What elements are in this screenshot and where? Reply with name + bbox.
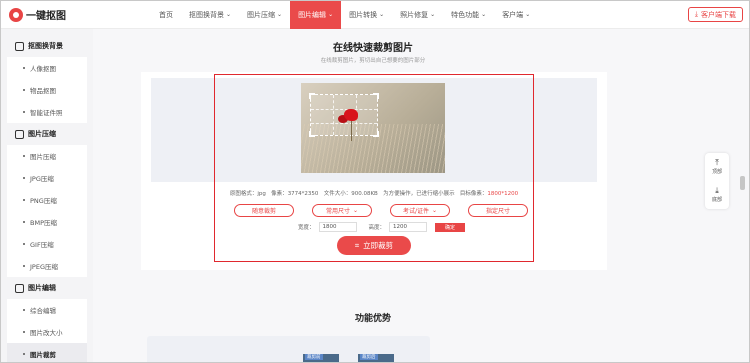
floating-toolbar: ⤒ 顶部 ⤓ 底部 [705,153,729,209]
arrow-down-icon: ⤓ [715,186,719,195]
nav-label: 特色功能 [451,11,480,19]
bullet-icon [23,265,25,267]
sidebar-group-edit[interactable]: 图片编辑 [7,277,87,299]
nav-label: 抠图换背景 [189,11,224,19]
sidebar-item-label: BMP压缩 [30,219,57,227]
sidebar-item-id-photo[interactable]: 智能证件照 [7,101,87,123]
sidebar-item-jpeg-compress[interactable]: JPEG压缩 [7,255,87,277]
sidebar-group-cutout[interactable]: 抠图换背景 [7,35,87,57]
chevron-down-icon: ⌄ [481,11,487,18]
bullet-icon [23,199,25,201]
bullet-icon [23,155,25,157]
sidebar-item-label: 图片改大小 [30,329,63,337]
sidebar-item-gif-compress[interactable]: GIF压缩 [7,233,87,255]
bullet-icon [23,67,25,69]
edit-icon [15,283,24,293]
sidebar-item-resize[interactable]: 图片改大小 [7,321,87,343]
nav-label: 图片转换 [349,11,378,19]
sidebar-item-label: 图片裁剪 [30,351,56,359]
nav-convert[interactable]: 图片转换 ⌄ [341,1,392,29]
sidebar-group-title: 抠图换背景 [28,42,63,50]
main-nav: 首页 抠图换背景 ⌄ 图片压缩 ⌄ 图片编辑 ⌄ 图片转换 ⌄ 照片修复 ⌄ 特色功能 ⌄ … [151,1,538,29]
bullet-icon [23,177,25,179]
bottom-label: 底部 [711,197,722,203]
chevron-down-icon: ⌄ [430,11,436,18]
sidebar-group-title: 图片压缩 [28,130,56,138]
arrow-up-icon: ⤒ [715,158,719,167]
brand-name: 一键抠图 [26,11,66,22]
highlight-box [214,74,534,262]
sidebar-item-label: GIF压缩 [30,241,54,249]
sidebar-item-label: 物品抠图 [30,87,56,95]
sidebar-item-label: 智能证件照 [30,109,63,117]
nav-label: 图片编辑 [298,11,327,19]
top-nav-bar: 一键抠图 首页 抠图换背景 ⌄ 图片压缩 ⌄ 图片编辑 ⌄ 图片转换 ⌄ 照片修复 ⌄ 特… [1,1,749,29]
sidebar-item-portrait[interactable]: 人像抠图 [7,57,87,79]
chevron-down-icon: ⌄ [379,11,385,18]
sidebar-item-image-compress[interactable]: 图片压缩 [7,145,87,167]
scroll-top-button[interactable]: ⤒ 顶部 [705,153,729,181]
sidebar-item-label: PNG压缩 [30,197,57,205]
sidebar-item-object[interactable]: 物品抠图 [7,79,87,101]
thumbnail-label: 裁剪前 [305,354,323,360]
bullet-icon [23,353,25,355]
sidebar-group-title: 图片编辑 [28,284,56,292]
thumbnail-after: 裁剪后 [358,354,394,362]
sidebar-item-label: 人像抠图 [30,65,56,73]
sidebar-item-png-compress[interactable]: PNG压缩 [7,189,87,211]
section-title-advantages: 功能优势 [354,314,391,324]
thumbnail-label: 裁剪后 [360,354,378,360]
nav-label: 照片修复 [400,11,429,19]
chevron-down-icon: ⌄ [525,11,531,18]
nav-client[interactable]: 客户端 ⌄ [494,1,538,29]
logo-icon [9,7,23,22]
sidebar: 抠图换背景 人像抠图 物品抠图 智能证件照 图片压缩 图片压缩 JPG压缩 PN… [7,35,87,362]
sidebar-item-jpg-compress[interactable]: JPG压缩 [7,167,87,189]
sidebar-item-label: JPG压缩 [30,175,54,183]
sidebar-item-label: 综合编辑 [30,307,56,315]
nav-repair[interactable]: 照片修复 ⌄ [392,1,443,29]
nav-edit[interactable]: 图片编辑 ⌄ [290,1,342,29]
top-label: 顶部 [711,169,722,175]
chevron-down-icon: ⌄ [277,11,283,18]
nav-label: 首页 [159,11,173,19]
nav-label: 图片压缩 [247,11,276,19]
scroll-bottom-button[interactable]: ⤓ 底部 [705,181,729,209]
client-download-button[interactable]: ⤓ 客户端下载 [687,7,743,22]
thumbnail-before: 裁剪前 [303,354,339,362]
sidebar-item-label: 图片压缩 [30,153,56,161]
page-subtitle: 在线裁剪图片，剪切出自己想要的图片部分 [320,58,426,64]
page-title: 在线快速裁剪图片 [333,43,413,54]
sidebar-item-label: JPEG压缩 [30,263,58,271]
nav-home[interactable]: 首页 [151,1,181,29]
download-icon: ⤓ [694,10,698,18]
nav-cutout[interactable]: 抠图换背景 ⌄ [181,1,239,29]
bullet-icon [23,221,25,223]
sidebar-item-general-edit[interactable]: 综合编辑 [7,299,87,321]
download-label: 客户端下载 [701,10,736,19]
sidebar-item-bmp-compress[interactable]: BMP压缩 [7,211,87,233]
scrollbar-thumb[interactable] [740,176,745,190]
logo[interactable]: 一键抠图 [9,7,66,22]
bullet-icon [23,89,25,91]
browser-frame: 一键抠图 首页 抠图换背景 ⌄ 图片压缩 ⌄ 图片编辑 ⌄ 图片转换 ⌄ 照片修复 ⌄ 特… [0,0,750,363]
chevron-down-icon: ⌄ [328,11,334,18]
sidebar-item-crop[interactable]: 图片裁剪 [7,343,87,362]
sidebar-group-compress[interactable]: 图片压缩 [7,123,87,145]
bullet-icon [23,331,25,333]
nav-features[interactable]: 特色功能 ⌄ [443,1,494,29]
cutout-icon [15,41,24,51]
bullet-icon [23,243,25,245]
compress-icon [15,129,24,139]
bullet-icon [23,111,25,113]
chevron-down-icon: ⌄ [226,11,232,18]
bullet-icon [23,309,25,311]
nav-compress[interactable]: 图片压缩 ⌄ [239,1,290,29]
nav-label: 客户端 [502,11,524,19]
